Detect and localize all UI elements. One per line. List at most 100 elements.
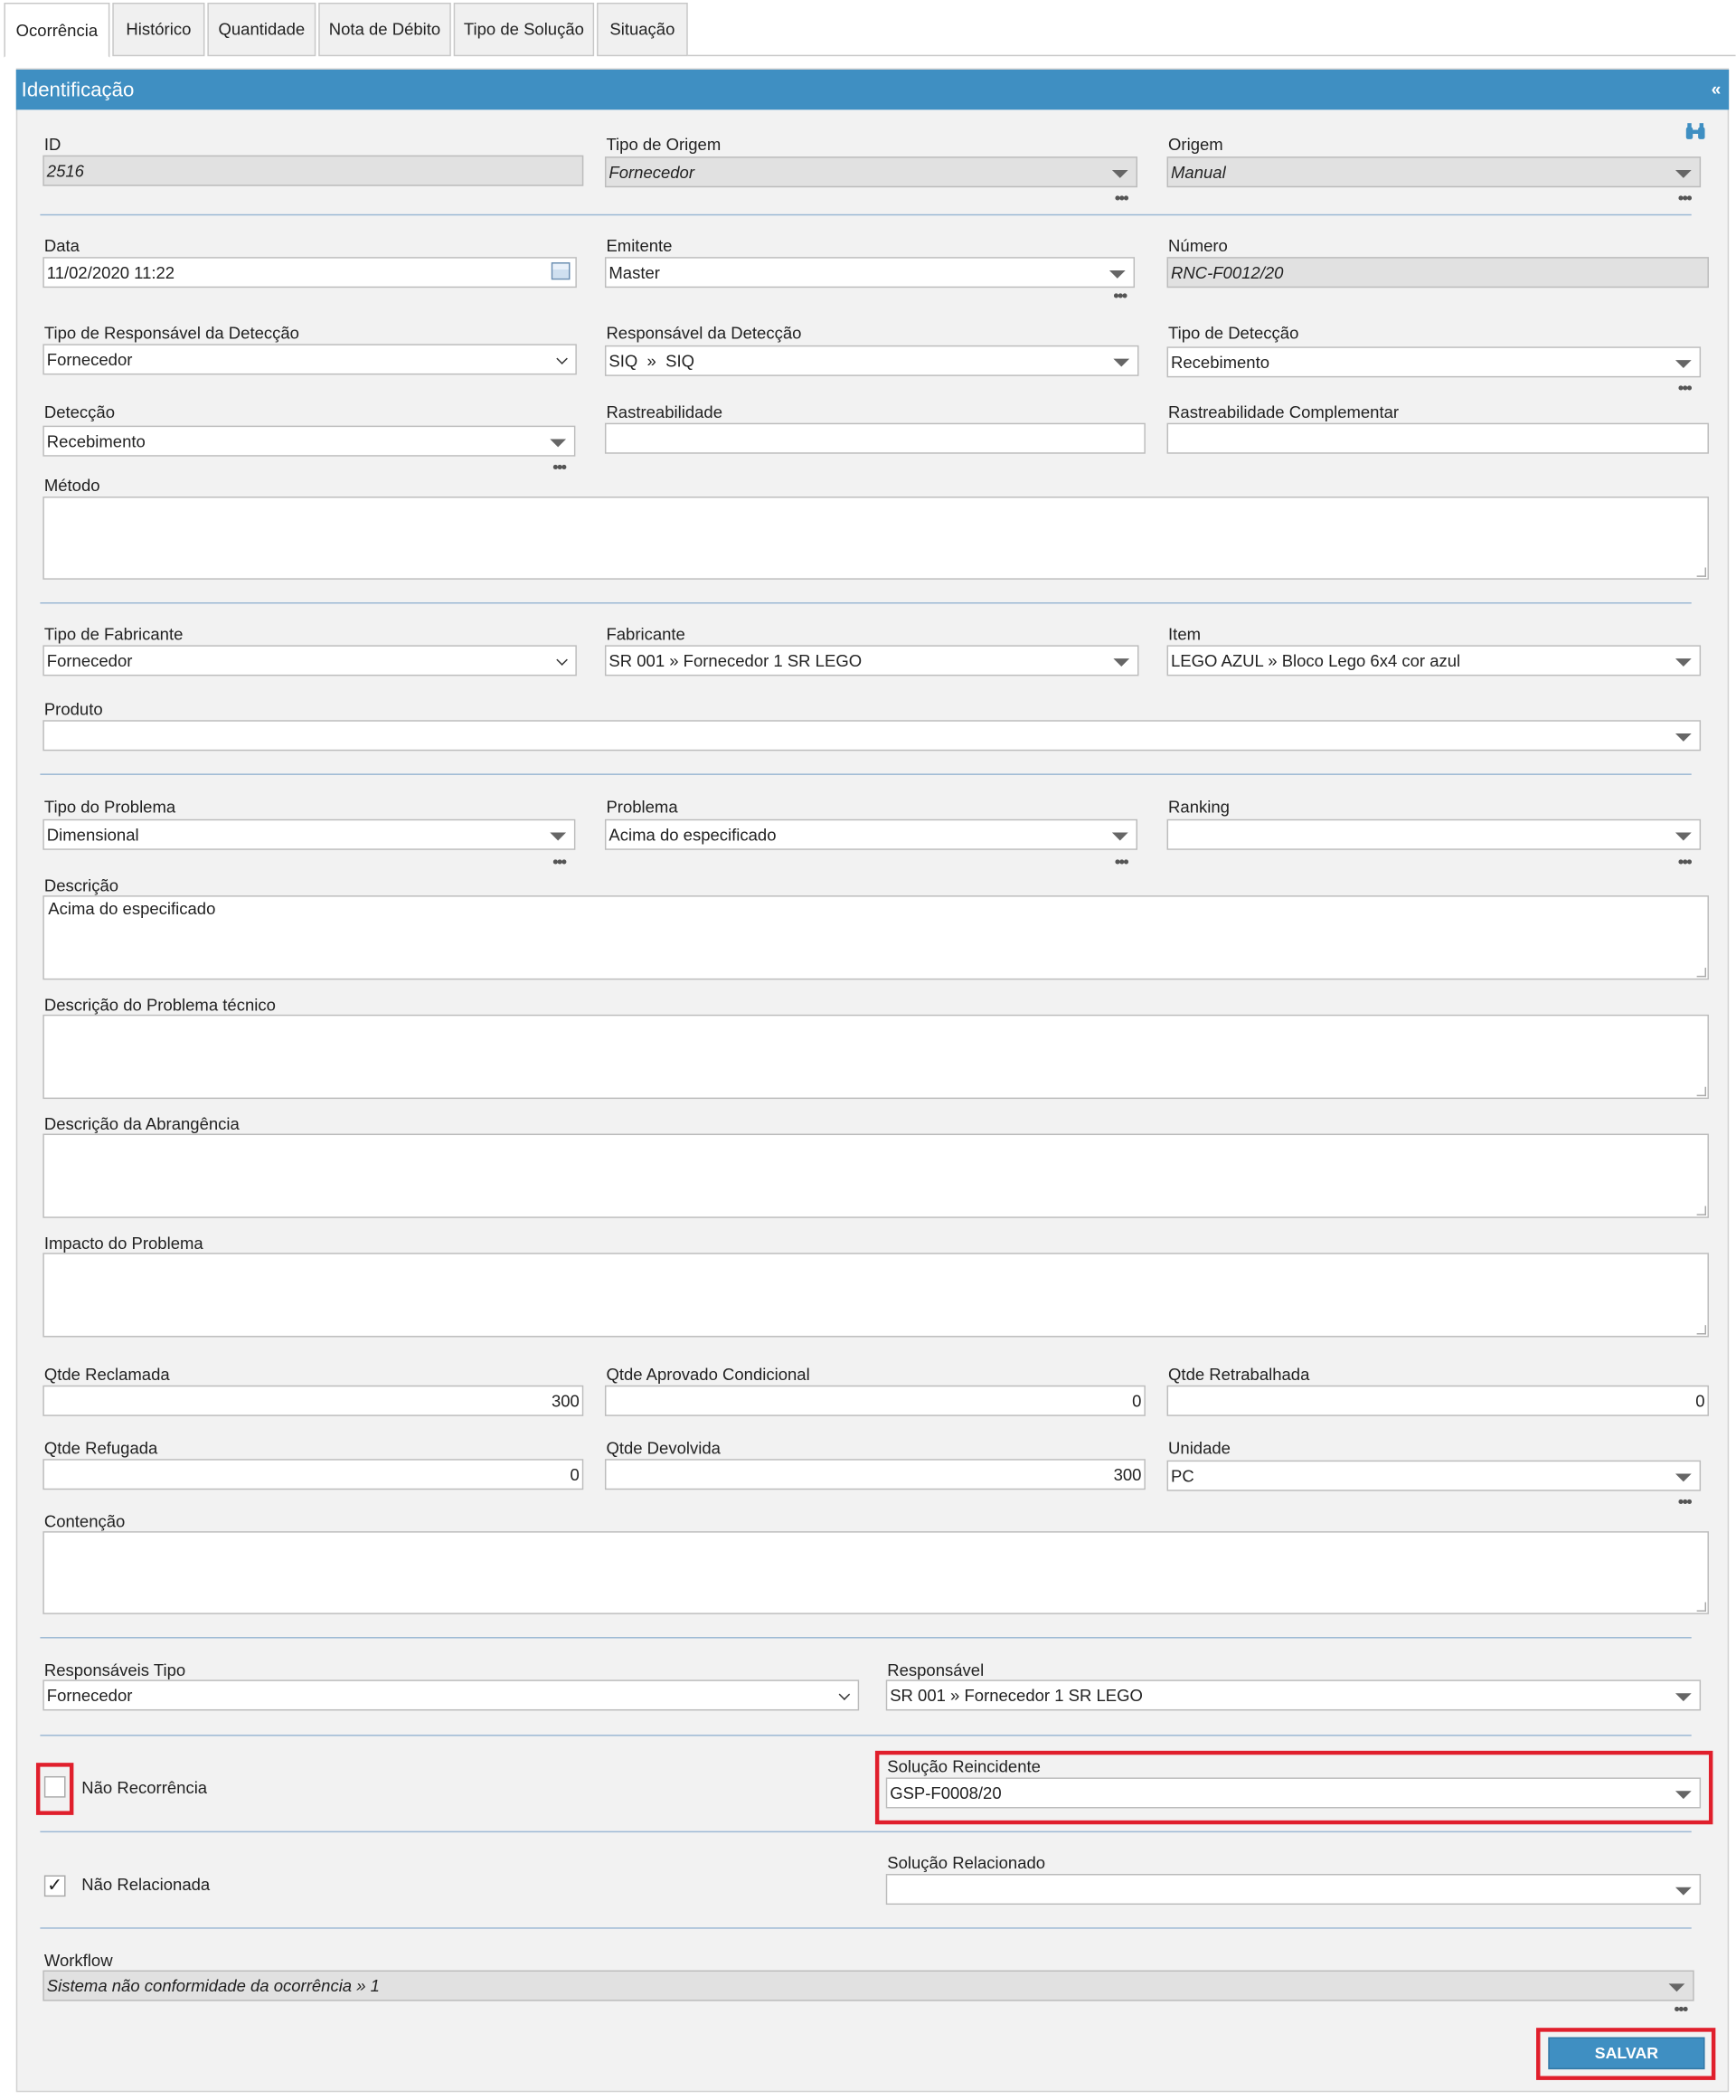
qtde-aprov-cond-input[interactable]: 0 [604,1385,1146,1416]
desc-abrangencia-label: Descrição da Abrangência [43,1114,240,1134]
solucao-reincidente-select[interactable]: GSP-F0008/20 [885,1777,1702,1809]
origem-more-icon[interactable]: ••• [1678,190,1693,206]
descricao-textarea[interactable]: Acima do especificado [42,895,1709,980]
unidade-label: Unidade [1168,1439,1231,1458]
deteccao-label: Detecção [43,402,116,422]
tipo-deteccao-select[interactable]: Recebimento [1166,346,1702,378]
tipo-origem-label: Tipo de Origem [606,135,722,155]
tipo-problema-select[interactable]: Dimensional [42,818,576,850]
separator [40,1735,1692,1736]
tab-nota-de-debito[interactable]: Nota de Débito [318,2,451,57]
problema-label: Problema [606,798,678,817]
desc-problema-tecnico-textarea[interactable] [42,1014,1709,1100]
produto-label: Produto [43,700,103,719]
nao-recorrencia-label: Não Recorrência [81,1778,208,1798]
separator [40,1927,1692,1929]
ranking-label: Ranking [1168,798,1230,817]
problema-select[interactable]: Acima do especificado [604,818,1137,850]
id-field: 2516 [42,155,584,186]
rastreabilidade-comp-label: Rastreabilidade Complementar [1168,402,1400,422]
tipo-problema-label: Tipo do Problema [43,798,176,817]
tipo-resp-deteccao-label: Tipo de Responsável da Detecção [43,324,299,343]
produto-select[interactable] [42,720,1702,752]
separator [40,602,1692,604]
workflow-label: Workflow [43,1951,113,1971]
tab-baseline [687,54,1736,57]
responsaveis-tipo-select[interactable]: Fornecedor [42,1679,860,1711]
tipo-origem-select[interactable]: Fornecedor [604,156,1137,188]
tipo-deteccao-more-icon[interactable]: ••• [1678,380,1693,396]
nao-relacionada-checkbox[interactable]: ✓ [43,1875,66,1897]
qtde-aprov-cond-label: Qtde Aprovado Condicional [606,1365,810,1385]
tipo-origem-more-icon[interactable]: ••• [1115,190,1129,206]
solucao-relacionado-select[interactable] [885,1874,1702,1906]
metodo-textarea[interactable] [42,497,1709,580]
deteccao-select[interactable]: Recebimento [42,425,576,457]
fabricante-select[interactable]: SR 001 » Fornecedor 1 SR LEGO [604,645,1139,676]
item-label: Item [1168,625,1202,644]
numero-field: RNC-F0012/20 [1166,257,1709,289]
qtde-reclamada-input[interactable]: 300 [42,1385,584,1416]
tipo-fabricante-select[interactable]: Fornecedor [42,645,577,676]
separator [40,773,1692,775]
desc-problema-tecnico-label: Descrição do Problema técnico [43,996,276,1015]
ranking-select[interactable] [1166,818,1702,850]
rastreabilidade-input[interactable] [604,422,1146,454]
tipo-resp-deteccao-select[interactable]: Fornecedor [42,344,577,375]
calendar-icon[interactable] [551,262,571,280]
rastreabilidade-comp-input[interactable] [1166,422,1709,454]
qtde-retrabalhada-input[interactable]: 0 [1166,1385,1709,1416]
binoculars-search-icon[interactable] [1684,122,1706,141]
tab-historico[interactable]: Histórico [112,2,205,57]
separator [40,1830,1692,1833]
tab-quantidade[interactable]: Quantidade [207,2,316,57]
save-button[interactable]: SALVAR [1548,2037,1705,2070]
nao-relacionada-label: Não Relacionada [81,1875,211,1895]
tab-tipo-de-solucao[interactable]: Tipo de Solução [453,2,595,57]
item-select[interactable]: LEGO AZUL » Bloco Lego 6x4 cor azul [1166,645,1702,676]
qtde-refugada-input[interactable]: 0 [42,1459,584,1490]
emitente-select[interactable]: Master [604,257,1136,289]
responsaveis-tipo-label: Responsáveis Tipo [43,1660,186,1680]
fabricante-label: Fabricante [606,625,685,644]
id-label: ID [43,135,61,155]
data-label: Data [43,236,80,256]
solucao-reincidente-label: Solução Reincidente [887,1757,1041,1776]
qtde-devolvida-label: Qtde Devolvida [606,1439,721,1458]
responsavel-select[interactable]: SR 001 » Fornecedor 1 SR LEGO [885,1679,1702,1711]
impacto-textarea[interactable] [42,1253,1709,1338]
emitente-label: Emitente [606,236,673,256]
workflow-more-icon[interactable]: ••• [1674,2001,1688,2018]
origem-select[interactable]: Manual [1166,156,1702,188]
problema-more-icon[interactable]: ••• [1115,854,1129,870]
section-header: Identificação « [15,69,1730,110]
resp-deteccao-select[interactable]: SIQ » SIQ [604,345,1139,376]
origem-label: Origem [1168,135,1223,155]
qtde-reclamada-label: Qtde Reclamada [43,1365,170,1385]
contencao-textarea[interactable] [42,1531,1709,1614]
descricao-label: Descrição [43,876,119,896]
ranking-more-icon[interactable]: ••• [1678,854,1693,870]
data-input[interactable]: 11/02/2020 11:22 [42,257,577,289]
resp-deteccao-label: Responsável da Detecção [606,324,802,343]
qtde-devolvida-input[interactable]: 300 [604,1459,1146,1490]
deteccao-more-icon[interactable]: ••• [552,459,567,476]
desc-abrangencia-textarea[interactable] [42,1133,1709,1218]
section-title: Identificação [21,78,135,101]
tipo-problema-more-icon[interactable]: ••• [552,854,567,870]
collapse-icon[interactable]: « [1712,79,1722,99]
solucao-relacionado-label: Solução Relacionado [887,1853,1046,1873]
tab-ocorrencia[interactable]: Ocorrência [4,2,110,58]
rastreabilidade-label: Rastreabilidade [606,402,722,422]
tipo-fabricante-label: Tipo de Fabricante [43,625,184,644]
emitente-more-icon[interactable]: ••• [1113,288,1127,304]
tipo-deteccao-label: Tipo de Detecção [1168,324,1299,343]
workflow-select[interactable]: Sistema não conformidade da ocorrência »… [42,1970,1694,2001]
nao-recorrencia-checkbox[interactable] [43,1775,66,1798]
separator [40,213,1692,216]
unidade-more-icon[interactable]: ••• [1678,1494,1693,1510]
tab-situacao[interactable]: Situação [597,2,688,57]
responsavel-label: Responsável [887,1660,985,1680]
unidade-select[interactable]: PC [1166,1460,1702,1491]
impacto-label: Impacto do Problema [43,1234,203,1253]
